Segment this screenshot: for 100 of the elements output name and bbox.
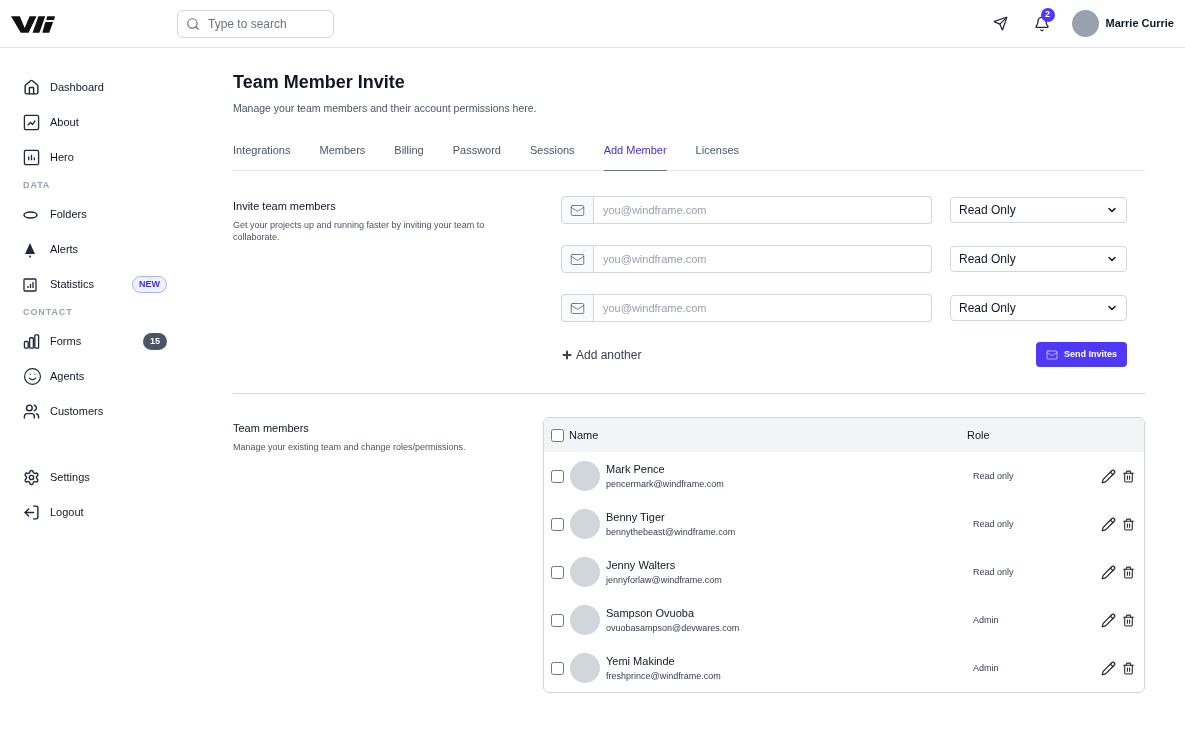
member-name: Sampson Ovuoba — [606, 606, 696, 622]
tab[interactable]: Integrations — [233, 141, 291, 172]
page-subtitle: Manage your team members and their account permissions here. — [233, 101, 538, 116]
delete-button[interactable] — [1122, 565, 1135, 579]
member-name: Mark Pence — [606, 462, 666, 478]
checkbox[interactable] — [551, 428, 564, 442]
user-name[interactable]: Marrie Currie — [1105, 15, 1174, 32]
trash-icon — [1122, 565, 1135, 579]
nav-item[interactable]: Statistics NEW — [23, 267, 167, 302]
nav-item[interactable]: Agents — [23, 359, 167, 394]
member-role: Read only — [973, 565, 1014, 579]
nav-item[interactable]: Hero — [23, 140, 167, 175]
email-field[interactable]: you@windframe.com — [594, 196, 932, 225]
search-field[interactable]: Type to search — [177, 9, 334, 38]
role-select[interactable]: Read Only — [950, 197, 1127, 224]
notification-count: 2 — [1040, 7, 1055, 22]
column-header: Role — [967, 428, 990, 443]
avatar — [570, 461, 600, 492]
tab[interactable]: Add Member — [603, 141, 667, 172]
edit-button[interactable] — [1101, 660, 1116, 676]
mail-icon — [570, 300, 585, 316]
nav-item[interactable]: Logout — [23, 495, 167, 530]
checkbox[interactable] — [551, 565, 564, 579]
bell-icon — [1033, 15, 1050, 32]
mail-icon — [570, 251, 585, 267]
edit-button[interactable] — [1101, 564, 1116, 580]
delete-button[interactable] — [1122, 517, 1135, 531]
new-badge: NEW — [132, 275, 167, 294]
nav-item[interactable]: Customers — [23, 394, 167, 429]
section-title: Invite team members — [233, 199, 337, 215]
tab[interactable]: Licenses — [695, 141, 740, 172]
notifications-button[interactable] — [1033, 15, 1050, 32]
edit-button[interactable] — [1101, 468, 1116, 484]
role-select[interactable]: Read Only — [950, 246, 1127, 273]
nav-item[interactable]: About — [23, 105, 167, 140]
member-role: Admin — [973, 613, 999, 627]
avatar — [570, 557, 600, 588]
nav-item[interactable]: Alerts — [23, 232, 167, 267]
checkbox[interactable] — [551, 469, 564, 483]
member-email: ovuobasampson@devwares.com — [606, 621, 741, 635]
nav-item[interactable]: Settings — [23, 460, 167, 495]
tab[interactable]: Sessions — [530, 141, 575, 172]
count-badge: 15 — [143, 332, 167, 351]
trash-icon — [1122, 661, 1135, 675]
trash-icon — [1122, 613, 1135, 627]
bar-chart-icon — [23, 149, 40, 166]
add-another-button[interactable]: Add another — [561, 345, 642, 364]
member-email: freshprince@windframe.com — [606, 669, 722, 683]
search-icon — [186, 16, 200, 31]
checkbox[interactable] — [551, 517, 564, 531]
nav-item[interactable]: Dashboard — [23, 70, 167, 105]
send-button[interactable] — [992, 16, 1008, 31]
role-select[interactable]: Read Only — [950, 295, 1127, 322]
member-email: pencermark@windframe.com — [606, 477, 725, 491]
section-title: Team members — [233, 421, 310, 437]
cone-icon — [23, 241, 37, 258]
delete-button[interactable] — [1122, 613, 1135, 627]
member-name: Benny Tiger — [606, 510, 666, 526]
checkbox[interactable] — [551, 613, 564, 627]
tab[interactable]: Password — [452, 141, 501, 172]
column-header: Name — [569, 428, 600, 443]
avatar — [570, 605, 600, 636]
nav-item[interactable]: Folders — [23, 197, 167, 232]
send-invites-button[interactable]: Send Invites — [1036, 342, 1127, 368]
member-email: bennythebeast@windframe.com — [606, 525, 737, 539]
section-heading: CONTACT — [23, 306, 74, 320]
bar-chart-icon — [23, 277, 37, 292]
tab[interactable]: Billing — [394, 141, 424, 172]
member-role: Admin — [973, 661, 999, 675]
member-role: Read only — [973, 469, 1014, 483]
edit-button[interactable] — [1101, 516, 1116, 532]
trash-icon — [1122, 469, 1135, 483]
tab[interactable]: Members — [319, 141, 366, 172]
line-chart-icon — [23, 114, 40, 131]
paper-plane-icon — [992, 16, 1008, 31]
checkbox[interactable] — [551, 661, 564, 675]
ellipse-icon — [23, 210, 38, 219]
member-role: Read only — [973, 517, 1014, 531]
home-icon — [23, 79, 40, 96]
delete-button[interactable] — [1122, 469, 1135, 483]
delete-button[interactable] — [1122, 661, 1135, 675]
page-title: Team Member Invite — [233, 71, 406, 94]
pencil-icon — [1101, 516, 1116, 532]
member-email: jennyforlaw@windframe.com — [606, 573, 723, 587]
avatar[interactable] — [1071, 10, 1099, 37]
edit-button[interactable] — [1101, 612, 1116, 628]
avatar — [570, 509, 600, 540]
pencil-icon — [1101, 564, 1116, 580]
trash-icon — [1122, 517, 1135, 531]
bar-chart-icon — [23, 333, 40, 350]
pencil-icon — [1101, 660, 1116, 676]
logout-icon — [23, 504, 40, 521]
email-field[interactable]: you@windframe.com — [594, 245, 932, 274]
pencil-icon — [1101, 612, 1116, 628]
nav-item[interactable]: Forms 15 — [23, 324, 167, 359]
plus-icon — [561, 348, 573, 361]
email-field[interactable]: you@windframe.com — [594, 294, 932, 323]
section-description: Get your projects up and running faster by inviting your team to collaborate. — [233, 218, 486, 243]
mail-icon — [1046, 348, 1058, 361]
section-description: Manage your existing team and change roles/permissions. — [233, 440, 467, 454]
